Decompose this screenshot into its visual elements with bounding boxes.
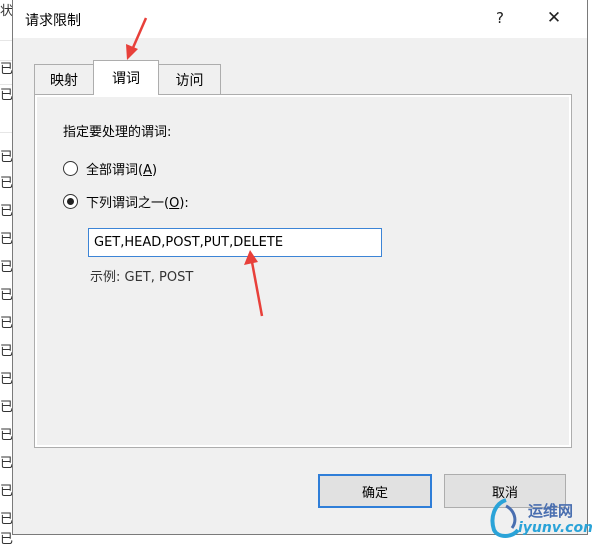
background-divider bbox=[0, 132, 12, 133]
close-icon: ✕ bbox=[546, 8, 562, 28]
one-of-verbs-radio[interactable] bbox=[63, 194, 78, 209]
all-verbs-radio[interactable] bbox=[63, 161, 78, 176]
ok-button[interactable]: 确定 bbox=[318, 474, 432, 508]
verbs-example: 示例: GET, POST bbox=[90, 270, 194, 285]
question-mark-icon: ? bbox=[496, 9, 504, 27]
one-of-verbs-option[interactable]: 下列谓词之一(O): bbox=[63, 192, 189, 211]
tab-verbs[interactable]: 谓词 bbox=[93, 60, 159, 95]
close-button[interactable]: ✕ bbox=[540, 6, 568, 30]
all-verbs-label: 全部谓词(A) bbox=[86, 163, 158, 178]
verbs-tab-panel: 指定要处理的谓词: 全部谓词(A) 下列谓词之一(O): 示例: GET, PO… bbox=[34, 94, 572, 448]
verbs-instruction: 指定要处理的谓词: bbox=[63, 125, 172, 140]
one-of-verbs-label: 下列谓词之一(O): bbox=[86, 196, 189, 211]
title-bar: 请求限制 ? ✕ bbox=[13, 0, 587, 38]
background-divider bbox=[0, 40, 12, 41]
background-divider bbox=[0, 60, 12, 61]
tab-mapping[interactable]: 映射 bbox=[34, 64, 94, 94]
request-restrictions-dialog: 请求限制 ? ✕ 映射 谓词 访问 指定要处理的谓词: 全部谓词(A) 下列谓词… bbox=[12, 0, 588, 535]
site-watermark: 运维网 iyunv.com bbox=[484, 496, 592, 542]
all-verbs-option[interactable]: 全部谓词(A) bbox=[63, 159, 157, 178]
watermark-text-top: 运维网 bbox=[528, 502, 574, 520]
background-divider bbox=[0, 84, 12, 85]
verbs-group: 指定要处理的谓词: 全部谓词(A) 下列谓词之一(O): 示例: GET, PO… bbox=[37, 97, 569, 445]
help-button[interactable]: ? bbox=[486, 6, 514, 30]
watermark-text-bottom: iyunv.com bbox=[518, 520, 592, 536]
verbs-input[interactable] bbox=[88, 228, 382, 257]
tab-access[interactable]: 访问 bbox=[158, 64, 221, 94]
dialog-title: 请求限制 bbox=[25, 13, 81, 29]
